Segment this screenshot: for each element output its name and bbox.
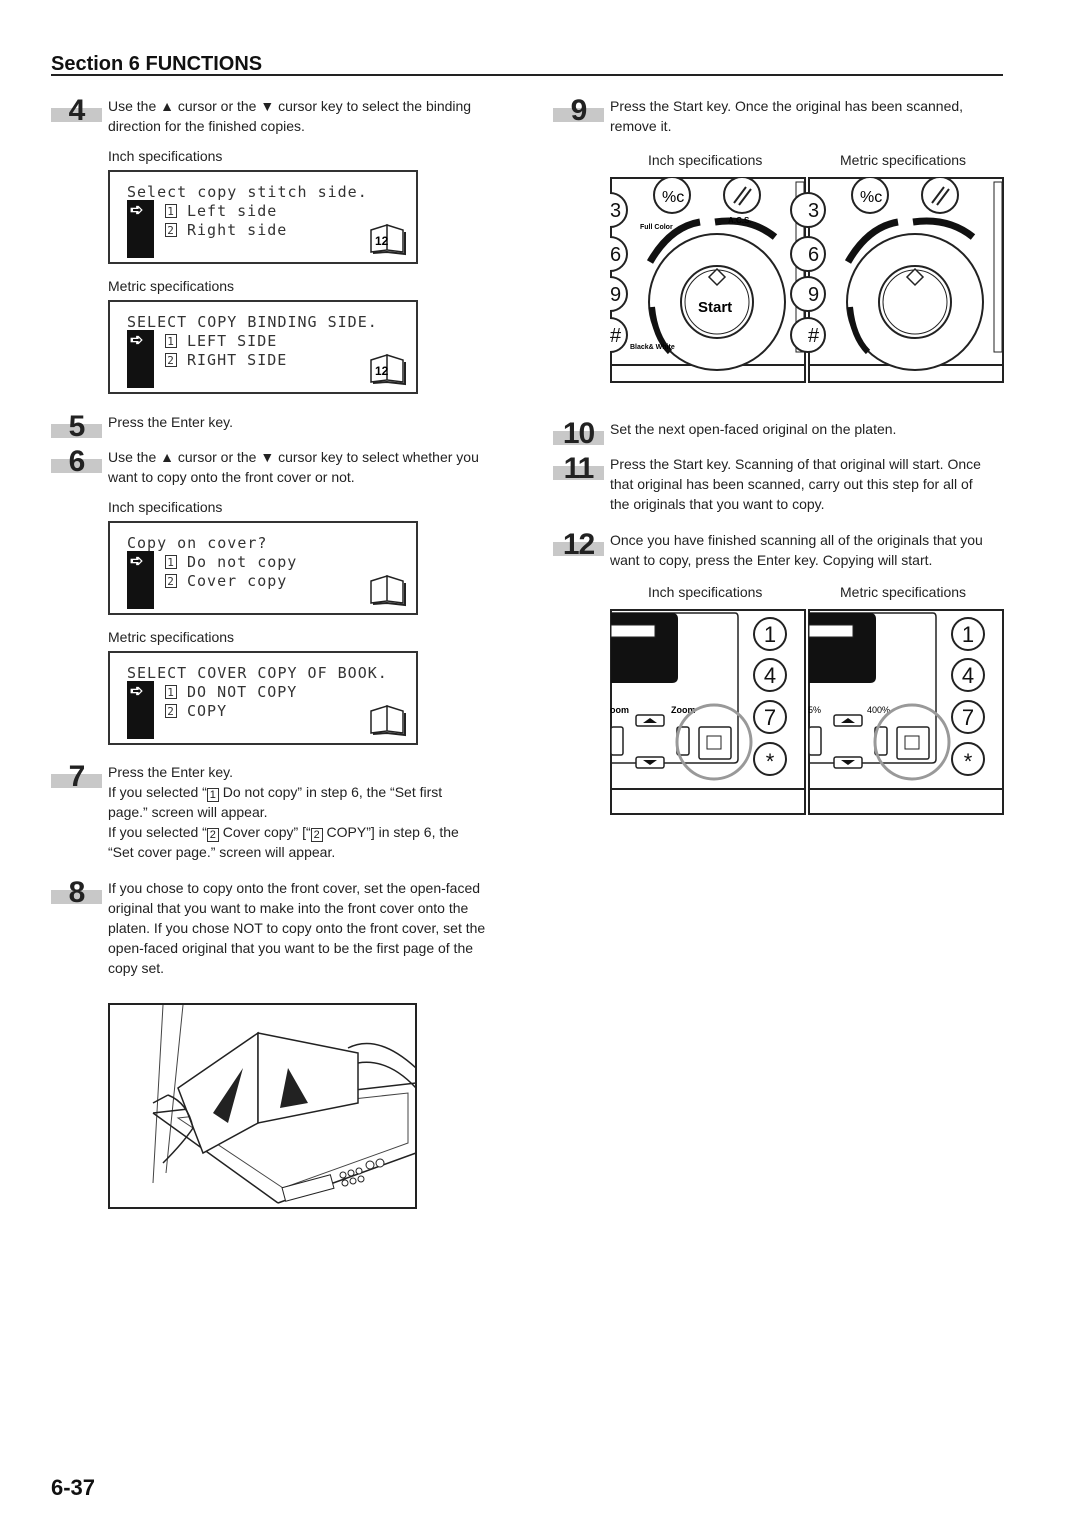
step-number-4: 4: [51, 94, 102, 132]
metric-caption: Metric specifications: [840, 152, 967, 168]
svg-text:1: 1: [962, 622, 974, 647]
step-number-7: 7: [51, 760, 102, 798]
svg-text:3: 3: [808, 200, 819, 222]
svg-text:7: 7: [764, 705, 776, 730]
open-book-icon: [370, 574, 406, 607]
lcd-screen-metric-cover: ➪ SELECT COVER COPY OF BOOK. 1 DO NOT COP…: [108, 651, 418, 745]
svg-text:6: 6: [808, 244, 819, 266]
svg-text:*: *: [964, 749, 973, 774]
svg-text:3: 3: [610, 200, 621, 222]
page-number: 6-37: [51, 1475, 96, 1500]
step-7-text: Press the Enter key. If you selected “1 …: [108, 764, 459, 860]
svg-text:oom: oom: [610, 705, 629, 715]
step-9-text: Press the Start key. Once the original h…: [610, 98, 964, 134]
svg-text:7: 7: [962, 705, 974, 730]
section-title: Section 6 FUNCTIONS: [51, 53, 263, 75]
step-11-text: Press the Start key. Scanning of that or…: [610, 456, 981, 512]
svg-text:9: 9: [610, 284, 621, 306]
step-number-11: 11: [553, 452, 604, 490]
svg-text:4: 4: [962, 663, 974, 688]
metric-caption: Metric specifications: [108, 278, 235, 294]
lcd-screen-metric-binding: ➪ SELECT COPY BINDING SIDE. 1 LEFT SIDE 2…: [108, 300, 418, 394]
inch-caption: Inch specifications: [648, 152, 763, 168]
svg-text:12: 12: [375, 234, 389, 248]
svg-text:Start: Start: [698, 299, 732, 316]
inch-caption: Inch specifications: [108, 499, 223, 515]
svg-text:12: 12: [375, 364, 389, 378]
open-book-icon: 12: [370, 223, 406, 256]
svg-text:1: 1: [764, 622, 776, 647]
metric-caption: Metric specifications: [840, 584, 967, 600]
lcd-screen-inch-cover: ➪ Copy on cover? 1 Do not copy 2 Cover cop…: [108, 521, 418, 615]
step-number-5: 5: [51, 410, 102, 448]
svg-text:9: 9: [808, 284, 819, 306]
svg-text:4: 4: [764, 663, 776, 688]
step-number-9: 9: [553, 94, 604, 132]
inch-caption: Inch specifications: [648, 584, 763, 600]
inch-caption: Inch specifications: [108, 148, 223, 164]
open-book-icon: [370, 704, 406, 737]
svg-text:#: #: [808, 325, 820, 347]
arrow-icon: ➪: [130, 553, 144, 570]
svg-text:Full Color: Full Color: [640, 224, 673, 231]
copier-placing-original-illustration: [108, 1003, 417, 1209]
step-4-text: Use the ▲ cursor or the ▼ cursor key to …: [108, 98, 472, 134]
step-8-text: If you chose to copy onto the front cove…: [108, 880, 486, 976]
open-book-icon: 12: [370, 353, 406, 386]
step-number-12: 12: [553, 528, 604, 566]
step-number-10: 10: [553, 417, 604, 455]
svg-text:*: *: [766, 749, 775, 774]
step-number-6: 6: [51, 445, 102, 483]
step-number-8: 8: [51, 876, 102, 914]
header-rule: [51, 74, 1003, 76]
metric-caption: Metric specifications: [108, 629, 235, 645]
arrow-icon: ➪: [130, 683, 144, 700]
svg-text:#: #: [610, 325, 622, 347]
enter-key-panel-illustration: oom Zoom 147* 5% 400% 147*: [610, 609, 1004, 815]
start-key-panel-illustration: 3 6 9 # %c Start A.C.S. Full Color Black& W…: [610, 177, 1004, 383]
step-6-text: Use the ▲ cursor or the ▼ cursor key to …: [108, 449, 479, 485]
arrow-icon: ➪: [130, 202, 144, 219]
lcd-screen-inch-binding: ➪ Select copy stitch side. 1 Left side 2R…: [108, 170, 418, 264]
step-5-text: Press the Enter key.: [108, 414, 234, 430]
svg-text:%c: %c: [662, 189, 684, 206]
step-12-text: Once you have finished scanning all of t…: [610, 532, 983, 568]
svg-text:6: 6: [610, 244, 621, 266]
svg-text:%c: %c: [860, 189, 882, 206]
step-10-text: Set the next open-faced original on the …: [610, 421, 897, 437]
svg-text:A.C.S.: A.C.S.: [728, 216, 752, 225]
arrow-icon: ➪: [130, 332, 144, 349]
svg-text:5%: 5%: [808, 705, 821, 715]
svg-text:Black& White: Black& White: [630, 344, 675, 351]
